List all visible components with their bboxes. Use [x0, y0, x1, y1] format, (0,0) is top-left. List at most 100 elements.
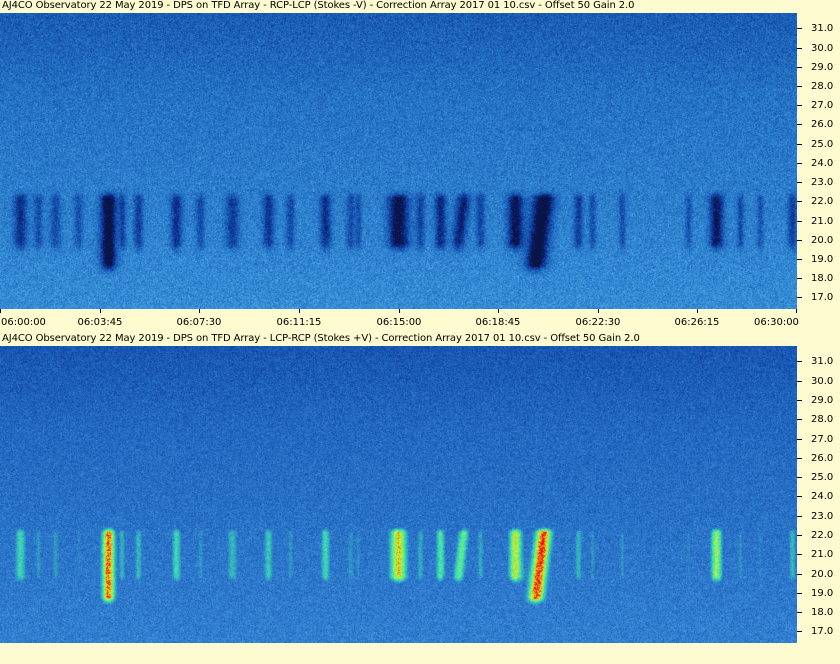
tick-mark	[797, 515, 802, 517]
frequency-tick: 25.0	[797, 472, 840, 483]
spectrogram-top-canvas	[0, 13, 797, 309]
frequency-label: 18.0	[811, 273, 834, 285]
frequency-tick: 26.0	[797, 119, 840, 130]
top-panel-title: AJ4CO Observatory 22 May 2019 - DPS on T…	[2, 0, 635, 11]
tick-mark	[797, 259, 802, 261]
frequency-label: 19.0	[811, 587, 834, 599]
tick-mark	[797, 278, 802, 280]
time-label: 06:00:00	[1, 317, 46, 328]
frequency-tick: 19.0	[797, 588, 840, 599]
frequency-tick: 31.0	[797, 356, 840, 367]
frequency-tick: 30.0	[797, 43, 840, 54]
tick-mark	[797, 162, 802, 164]
time-tick-mark	[796, 309, 797, 313]
frequency-tick: 21.0	[797, 216, 840, 227]
frequency-tick: 28.0	[797, 81, 840, 92]
frequency-tick: 24.0	[797, 491, 840, 502]
frequency-label: 25.0	[811, 138, 834, 150]
frequency-tick: 19.0	[797, 254, 840, 265]
frequency-tick: 22.0	[797, 530, 840, 541]
tick-mark	[797, 143, 802, 145]
time-tick-mark	[0, 309, 1, 313]
tick-mark	[797, 400, 802, 401]
tick-mark	[797, 612, 802, 614]
frequency-label: 21.0	[811, 549, 834, 561]
time-tick-mark	[100, 309, 101, 313]
tick-mark	[797, 380, 802, 382]
time-label: 06:26:15	[674, 317, 720, 328]
time-label: 06:03:45	[77, 317, 123, 328]
frequency-tick: 20.0	[797, 569, 840, 580]
tick-mark	[797, 457, 802, 459]
time-label: 06:30:00	[754, 317, 799, 328]
frequency-tick: 17.0	[797, 292, 840, 303]
frequency-tick: 27.0	[797, 100, 840, 111]
frequency-tick: 18.0	[797, 607, 840, 618]
spectrogram-bottom-canvas	[0, 346, 797, 643]
frequency-label: 26.0	[811, 452, 834, 464]
tick-mark	[797, 86, 802, 88]
frequency-tick: 17.0	[797, 626, 840, 637]
frequency-label: 20.0	[811, 568, 834, 580]
tick-mark	[797, 28, 802, 30]
tick-mark	[797, 573, 802, 575]
frequency-label: 31.0	[811, 356, 834, 368]
tick-mark	[797, 554, 802, 556]
frequency-tick: 31.0	[797, 23, 840, 34]
frequency-label: 19.0	[811, 254, 834, 266]
tick-mark	[797, 535, 802, 536]
tick-mark	[797, 220, 802, 222]
frequency-label: 20.0	[811, 234, 834, 246]
frequency-label: 24.0	[811, 157, 834, 169]
frequency-label: 26.0	[811, 119, 834, 131]
frequency-axis-top: 31.0 30.0 29.0 28.0 27.0 26.0 25.0 24.0 23.0 22.0…	[797, 13, 840, 309]
status-bar	[0, 643, 840, 664]
frequency-label: 22.0	[811, 530, 834, 541]
tick-mark	[797, 105, 802, 107]
frequency-tick: 21.0	[797, 549, 840, 560]
spectrogram-top-stokes-minus-v[interactable]	[0, 13, 797, 309]
time-tick-mark	[498, 309, 499, 313]
time-label: 06:15:00	[376, 317, 422, 328]
tick-mark	[797, 477, 802, 479]
tick-mark	[797, 239, 802, 241]
frequency-label: 27.0	[811, 100, 834, 112]
tick-mark	[797, 438, 802, 440]
frequency-label: 31.0	[811, 23, 834, 35]
frequency-tick: 27.0	[797, 434, 840, 445]
time-label: 06:22:30	[575, 317, 621, 328]
frequency-label: 29.0	[811, 61, 834, 73]
time-tick-mark	[697, 309, 698, 313]
frequency-tick: 25.0	[797, 139, 840, 150]
tick-mark	[797, 201, 802, 203]
frequency-label: 30.0	[811, 375, 834, 387]
frequency-label: 17.0	[811, 626, 834, 638]
frequency-label: 27.0	[811, 433, 834, 445]
frequency-label: 21.0	[811, 215, 834, 227]
spectrogram-bottom-stokes-plus-v[interactable]	[0, 346, 797, 643]
frequency-tick: 28.0	[797, 414, 840, 425]
frequency-label: 25.0	[811, 472, 834, 484]
frequency-label: 30.0	[811, 42, 834, 54]
frequency-label: 28.0	[811, 414, 834, 426]
tick-mark	[797, 124, 802, 126]
frequency-tick: 30.0	[797, 376, 840, 387]
frequency-label: 22.0	[811, 196, 834, 208]
time-axis: 06:00:00 06:03:45 06:07:30 06:11:15 06:15:00…	[0, 309, 840, 333]
frequency-tick: 26.0	[797, 453, 840, 464]
time-tick-mark	[399, 309, 400, 313]
frequency-label: 23.0	[811, 510, 834, 522]
frequency-label: 24.0	[811, 491, 834, 503]
tick-mark	[797, 182, 802, 184]
frequency-tick: 23.0	[797, 511, 840, 522]
tick-mark	[797, 361, 802, 363]
time-tick-mark	[598, 309, 599, 313]
frequency-tick: 23.0	[797, 177, 840, 188]
tick-mark	[797, 496, 802, 498]
time-label: 06:11:15	[276, 317, 322, 328]
frequency-tick: 22.0	[797, 196, 840, 207]
frequency-tick: 18.0	[797, 273, 840, 284]
time-label: 06:18:45	[475, 317, 521, 328]
time-label: 06:07:30	[176, 317, 222, 328]
frequency-label: 23.0	[811, 177, 834, 189]
